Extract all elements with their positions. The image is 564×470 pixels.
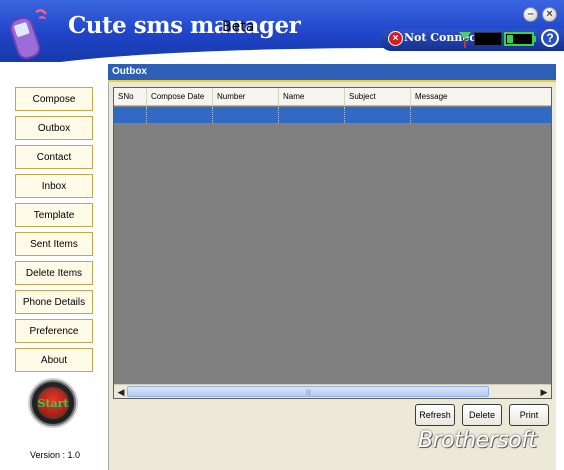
sidebar-item-preference[interactable]: Preference	[15, 319, 93, 343]
sidebar-item-sent-items[interactable]: Sent Items	[15, 232, 93, 256]
table-cell	[114, 107, 147, 123]
phone-logo-icon	[9, 9, 48, 60]
outbox-table[interactable]: SNo Compose Date Number Name Subject Mes…	[113, 87, 552, 399]
app-beta-label: Beta	[222, 19, 255, 35]
scroll-left-icon[interactable]: ◀	[115, 386, 127, 398]
start-button[interactable]: Start	[30, 380, 76, 426]
sidebar-item-template[interactable]: Template	[15, 203, 93, 227]
close-button[interactable]: ×	[542, 7, 557, 22]
grip-icon: |||	[306, 390, 311, 396]
column-header-message[interactable]: Message	[411, 88, 551, 106]
panel-header: Outbox	[108, 64, 556, 82]
help-button[interactable]: ?	[541, 29, 559, 47]
print-button[interactable]: Print	[509, 404, 549, 426]
column-header-compose-date[interactable]: Compose Date	[147, 88, 213, 106]
delete-button[interactable]: Delete	[462, 404, 502, 426]
scroll-right-icon[interactable]: ▶	[538, 386, 550, 398]
sidebar-item-compose[interactable]: Compose	[15, 87, 93, 111]
panel-title: Outbox	[112, 66, 147, 77]
table-cell	[147, 107, 213, 123]
sidebar-item-outbox[interactable]: Outbox	[15, 116, 93, 140]
table-cell	[213, 107, 279, 123]
signal-strength	[474, 32, 502, 46]
scroll-thumb[interactable]: |||	[127, 386, 489, 397]
table-cell	[345, 107, 411, 123]
brothersoft-watermark: Brothersoft	[418, 428, 537, 453]
sidebar-item-about[interactable]: About	[15, 348, 93, 372]
column-header-sno[interactable]: SNo	[114, 88, 147, 106]
battery-icon	[504, 32, 536, 46]
start-button-face: Start	[37, 387, 69, 419]
start-label: Start	[37, 396, 69, 410]
table-header: SNo Compose Date Number Name Subject Mes…	[114, 88, 551, 106]
table-cell	[279, 107, 345, 123]
column-header-name[interactable]: Name	[279, 88, 345, 106]
table-row[interactable]	[114, 107, 551, 123]
app-title: Cute sms manager	[68, 12, 301, 39]
sidebar-item-phone-details[interactable]: Phone Details	[15, 290, 93, 314]
minimize-button[interactable]: –	[523, 7, 538, 22]
sidebar-item-contact[interactable]: Contact	[15, 145, 93, 169]
sidebar-item-delete-items[interactable]: Delete Items	[15, 261, 93, 285]
disconnect-icon: ×	[388, 31, 403, 46]
signal-icon	[459, 32, 471, 48]
horizontal-scrollbar[interactable]: ◀ ||| ▶	[114, 384, 551, 398]
sidebar-item-inbox[interactable]: Inbox	[15, 174, 93, 198]
version-label: Version : 1.0	[30, 450, 81, 460]
column-header-number[interactable]: Number	[213, 88, 279, 106]
column-header-subject[interactable]: Subject	[345, 88, 411, 106]
refresh-button[interactable]: Refresh	[415, 404, 455, 426]
